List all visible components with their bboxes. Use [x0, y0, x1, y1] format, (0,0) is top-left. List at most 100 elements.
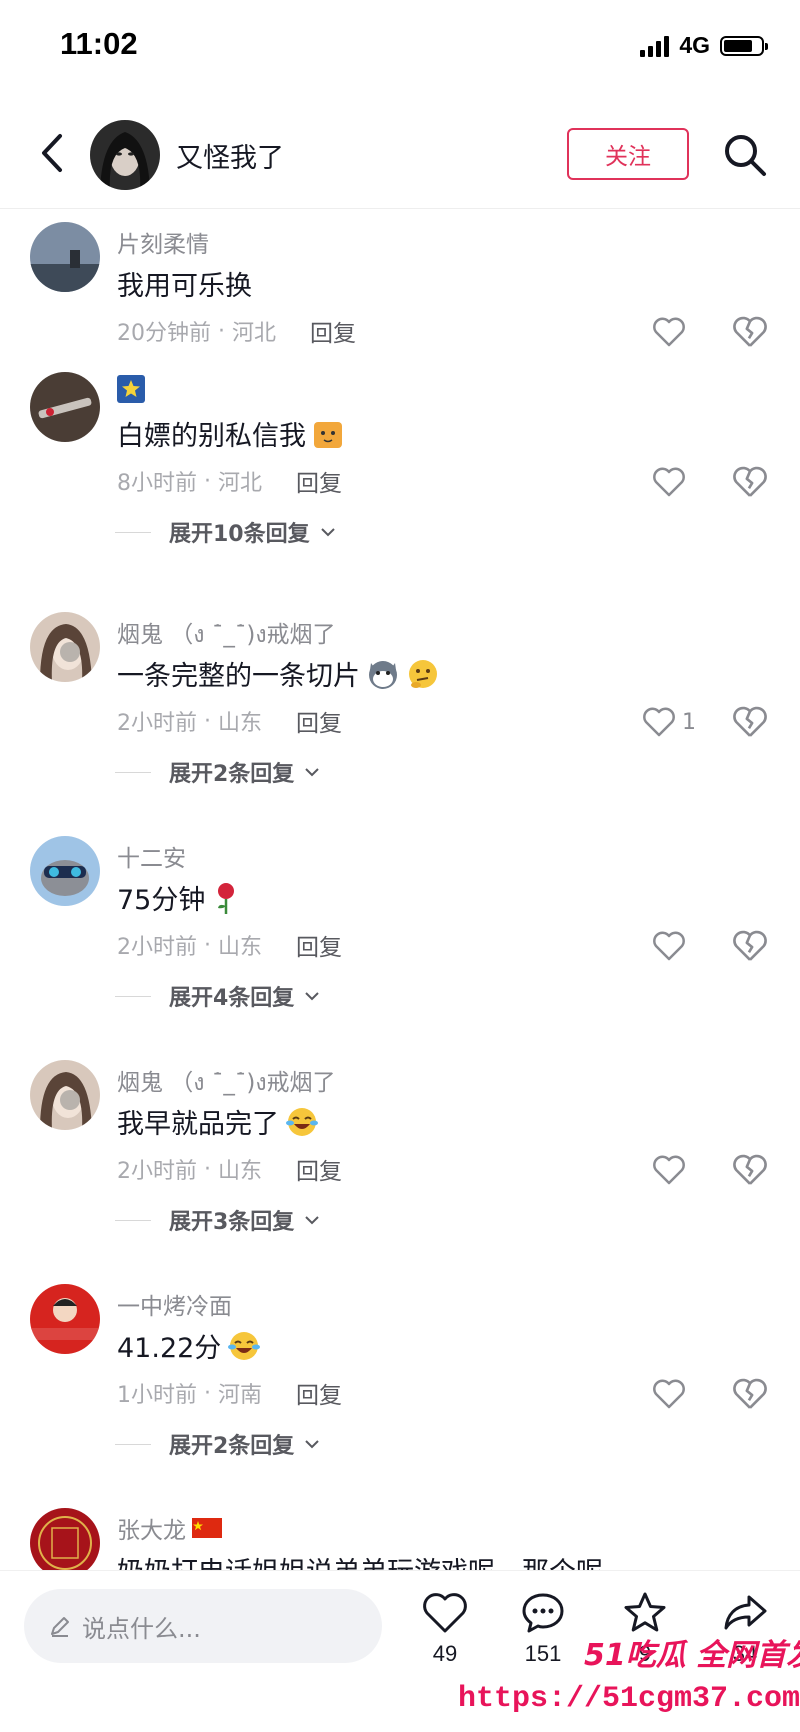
- husky-emoji-icon: [369, 660, 397, 689]
- comment-body: 75分钟: [117, 885, 206, 916]
- comment-username[interactable]: 烟鬼 （ง ˙̄_˙̄)ง戒烟了: [117, 1063, 336, 1101]
- heart-icon: [653, 1155, 685, 1185]
- like-button[interactable]: [652, 928, 686, 964]
- avatar[interactable]: [30, 1060, 100, 1130]
- comment-location: 河南: [217, 1383, 262, 1408]
- reply-button[interactable]: 回复: [296, 928, 342, 962]
- comment-username-text: 张大龙: [117, 1518, 186, 1544]
- divider: [115, 772, 151, 773]
- heart-icon: [423, 1593, 467, 1633]
- divider: [115, 1220, 151, 1221]
- heart-icon: [653, 317, 685, 347]
- like-button[interactable]: 49: [410, 1589, 480, 1667]
- comment-meta: 1小时前 · 河南 回复: [117, 1376, 342, 1410]
- like-button[interactable]: [652, 1376, 686, 1412]
- list-item: 片刻柔情 我用可乐换 20分钟前 · 河北 回复: [0, 222, 800, 347]
- comment-meta: 2小时前 · 山东 回复: [117, 704, 342, 738]
- comment-text: 奶奶打电话姐姐说弟弟玩游戏呢，那个呢: [117, 1550, 603, 1570]
- reply-button[interactable]: 回复: [310, 314, 356, 348]
- chevron-down-icon: [305, 992, 320, 1001]
- like-button[interactable]: [652, 464, 686, 500]
- comment-text: 我早就品完了: [117, 1102, 319, 1141]
- comment-location: 河北: [231, 321, 276, 346]
- reply-button[interactable]: 回复: [296, 1152, 342, 1186]
- comment-username[interactable]: 片刻柔情: [117, 225, 209, 259]
- comment-username[interactable]: 十二安: [117, 839, 186, 873]
- like-button[interactable]: 1: [642, 704, 696, 740]
- comment-body: 我用可乐换: [117, 271, 252, 302]
- list-item: 一中烤冷面 41.22分 1小时前 · 河南 回复 展开2条回复: [0, 1284, 800, 1464]
- comment-username[interactable]: 一中烤冷面: [117, 1287, 232, 1321]
- list-item: 张大龙 奶奶打电话姐姐说弟弟玩游戏呢，那个呢: [0, 1508, 800, 1570]
- header: 又怪我了 关注: [0, 100, 800, 209]
- comment-username[interactable]: 烟鬼 （ง ˙̄_˙̄)ง戒烟了: [117, 615, 336, 653]
- reply-button[interactable]: 回复: [296, 464, 342, 498]
- list-item: 十二安 75分钟 2小时前 · 山东 回复 展开4条回复: [0, 836, 800, 1016]
- signal-icon: [640, 35, 670, 57]
- comment-location: 山东: [217, 1159, 262, 1184]
- network-type: 4G: [679, 32, 710, 58]
- meta-separator: ·: [211, 318, 232, 344]
- expand-replies[interactable]: 展开2条回复: [115, 756, 320, 788]
- back-icon[interactable]: [32, 128, 72, 178]
- comment-username[interactable]: [117, 375, 145, 409]
- reply-button[interactable]: 回复: [296, 1376, 342, 1410]
- comment-body: 一条完整的一条切片: [117, 661, 360, 692]
- page-title: 又怪我了: [176, 143, 284, 174]
- comment-meta: 2小时前 · 山东 回复: [117, 928, 342, 962]
- comment-location: 山东: [217, 935, 262, 960]
- list-item: 烟鬼 （ง ˙̄_˙̄)ง戒烟了 一条完整的一条切片 2小时前 · 山东 回复 …: [0, 612, 800, 792]
- like-count: 1: [682, 709, 696, 735]
- comment-text: 75分钟: [117, 878, 241, 917]
- meta-separator: ·: [197, 708, 218, 734]
- avatar[interactable]: [30, 222, 100, 292]
- comment-meta: 2小时前 · 山东 回复: [117, 1152, 342, 1186]
- comment-body: 白嫖的别私信我: [117, 421, 306, 452]
- comment-username[interactable]: 张大龙: [117, 1511, 222, 1545]
- meta-separator: ·: [197, 1156, 218, 1182]
- avatar[interactable]: [30, 612, 100, 682]
- broken-heart-icon[interactable]: [732, 1152, 768, 1188]
- status-time: 11:02: [60, 26, 138, 61]
- comment-time: 2小时前: [117, 711, 197, 736]
- broken-heart-icon[interactable]: [732, 464, 768, 500]
- broken-heart-icon[interactable]: [732, 314, 768, 350]
- comment-location: 河北: [217, 471, 262, 496]
- heart-icon: [653, 1379, 685, 1409]
- china-flag-icon: [192, 1518, 222, 1538]
- watermark-brand: 51吃瓜 全网首发: [584, 1638, 800, 1673]
- comment-time: 2小时前: [117, 1159, 197, 1184]
- broken-heart-icon[interactable]: [732, 1376, 768, 1412]
- meta-separator: ·: [197, 468, 218, 494]
- comment-input[interactable]: 说点什么...: [24, 1589, 382, 1663]
- follow-button[interactable]: 关注: [567, 128, 689, 180]
- avatar[interactable]: [30, 836, 100, 906]
- heart-icon: [653, 467, 685, 497]
- chevron-down-icon: [305, 768, 320, 777]
- avatar[interactable]: [90, 120, 160, 190]
- expand-replies[interactable]: 展开10条回复: [115, 516, 336, 548]
- reply-button[interactable]: 回复: [296, 704, 342, 738]
- meta-separator: ·: [197, 932, 218, 958]
- expand-replies[interactable]: 展开3条回复: [115, 1204, 320, 1236]
- expand-replies[interactable]: 展开4条回复: [115, 980, 320, 1012]
- heart-icon: [653, 931, 685, 961]
- expand-replies[interactable]: 展开2条回复: [115, 1428, 320, 1460]
- likes-count: 49: [432, 1641, 458, 1666]
- search-icon[interactable]: [722, 132, 768, 178]
- divider: [115, 996, 151, 997]
- star-badge-icon: [117, 375, 145, 403]
- avatar[interactable]: [30, 372, 100, 442]
- cat-emoji-icon: [314, 421, 342, 448]
- avatar[interactable]: [30, 1508, 100, 1570]
- chevron-down-icon: [305, 1216, 320, 1225]
- comment-time: 8小时前: [117, 471, 197, 496]
- like-button[interactable]: [652, 314, 686, 350]
- pencil-icon: [51, 1617, 69, 1637]
- thinking-emoji-icon: [409, 659, 437, 688]
- broken-heart-icon[interactable]: [732, 928, 768, 964]
- divider: [115, 1444, 151, 1445]
- avatar[interactable]: [30, 1284, 100, 1354]
- broken-heart-icon[interactable]: [732, 704, 768, 740]
- like-button[interactable]: [652, 1152, 686, 1188]
